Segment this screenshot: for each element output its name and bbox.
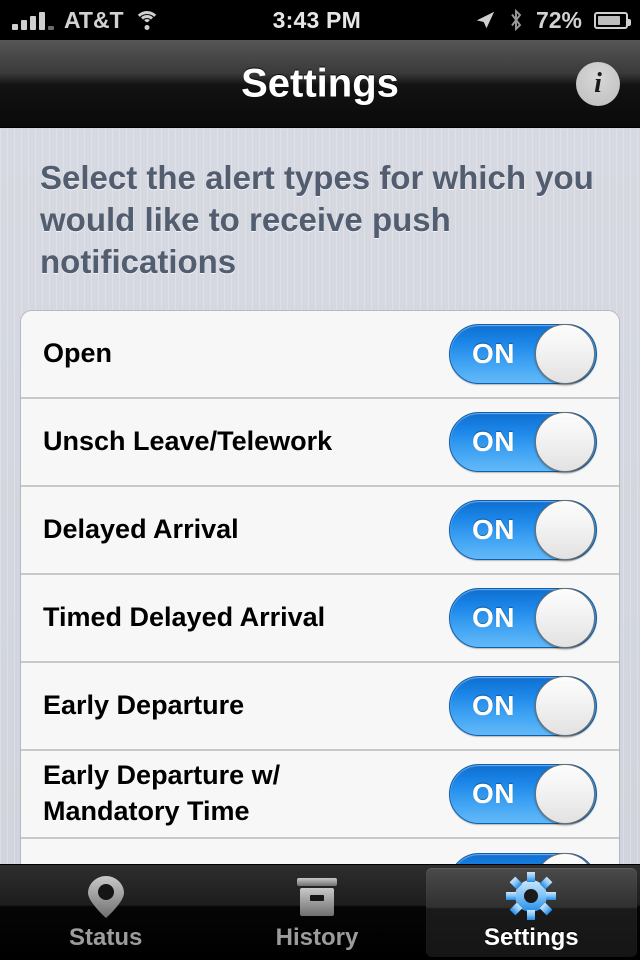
tab-settings[interactable]: Settings	[425, 868, 637, 957]
table-row[interactable]: Delayed Arrival ON	[21, 486, 619, 575]
alert-types-list: Open ON Unsch Leave/Telework ON Delayed …	[20, 309, 620, 864]
clock-label: 3:43 PM	[272, 6, 361, 33]
toggle-knob	[535, 411, 595, 472]
wifi-icon	[133, 10, 160, 30]
navigation-bar: Settings i	[0, 40, 640, 128]
row-label: Timed Delayed Arrival	[43, 601, 326, 632]
archive-box-icon	[294, 874, 340, 920]
tab-label: Settings	[483, 923, 579, 951]
toggle-state-label: ON	[472, 601, 515, 633]
table-row[interactable]: Open ON	[21, 310, 619, 399]
tab-status[interactable]: Status	[0, 865, 211, 960]
toggle-switch[interactable]: ON	[449, 763, 597, 824]
carrier-label: AT&T	[64, 6, 124, 33]
toggle-state-label: ON	[472, 337, 515, 369]
table-row[interactable]: Early Departure w/Mandatory Time ON	[21, 750, 619, 839]
row-label: Early Departure	[43, 689, 245, 720]
phone-screen: AT&T 3:43 PM 72% Settings i Select the a…	[0, 0, 640, 960]
toggle-switch[interactable]: ON	[449, 587, 597, 648]
page-title: Settings	[241, 61, 399, 105]
row-label: Unsch Leave/Telework	[43, 425, 333, 456]
status-bar-left: AT&T	[0, 7, 160, 34]
row-label: Delayed Arrival	[43, 513, 239, 544]
toggle-switch[interactable]: ON	[449, 852, 597, 864]
status-bar-right: 72%	[474, 7, 640, 34]
toggle-state-label: ON	[472, 689, 515, 721]
map-pin-icon	[85, 874, 127, 920]
tab-bar: Status History Settings	[0, 864, 640, 960]
location-arrow-icon	[476, 11, 495, 29]
toggle-state-label: ON	[472, 425, 515, 457]
toggle-switch[interactable]: ON	[449, 499, 597, 560]
toggle-switch[interactable]: ON	[449, 675, 597, 736]
toggle-knob	[535, 499, 595, 560]
bluetooth-icon	[511, 8, 522, 32]
toggle-knob	[535, 675, 595, 736]
battery-icon	[594, 11, 631, 29]
toggle-knob	[535, 587, 595, 648]
row-label: Early Departure w/Mandatory Time	[43, 760, 281, 826]
table-row[interactable]: Early Departure ON	[21, 662, 619, 751]
intro-text: Select the alert types for which you wou…	[40, 159, 594, 281]
table-row[interactable]: Timed Delayed Arrival ON	[21, 574, 619, 663]
table-row[interactable]: Unsch Leave/Telework ON	[21, 398, 619, 487]
toggle-state-label: ON	[472, 777, 515, 809]
info-icon[interactable]: i	[576, 61, 620, 106]
toggle-switch[interactable]: ON	[449, 323, 597, 384]
status-bar: AT&T 3:43 PM 72%	[0, 0, 640, 40]
tab-label: History	[275, 923, 359, 951]
toggle-knob	[535, 323, 595, 384]
battery-percent-label: 72%	[535, 6, 582, 33]
toggle-switch[interactable]: ON	[449, 411, 597, 472]
gear-icon	[506, 871, 557, 920]
table-row[interactable]: ON	[21, 838, 619, 864]
toggle-state-label: ON	[472, 513, 515, 545]
tab-label: Status	[68, 923, 143, 951]
settings-content: Select the alert types for which you wou…	[0, 129, 640, 864]
signal-bars-icon	[12, 10, 54, 30]
row-label: Open	[43, 337, 113, 368]
tab-history[interactable]: History	[211, 865, 422, 960]
toggle-knob	[535, 763, 595, 824]
toggle-knob	[535, 852, 595, 864]
